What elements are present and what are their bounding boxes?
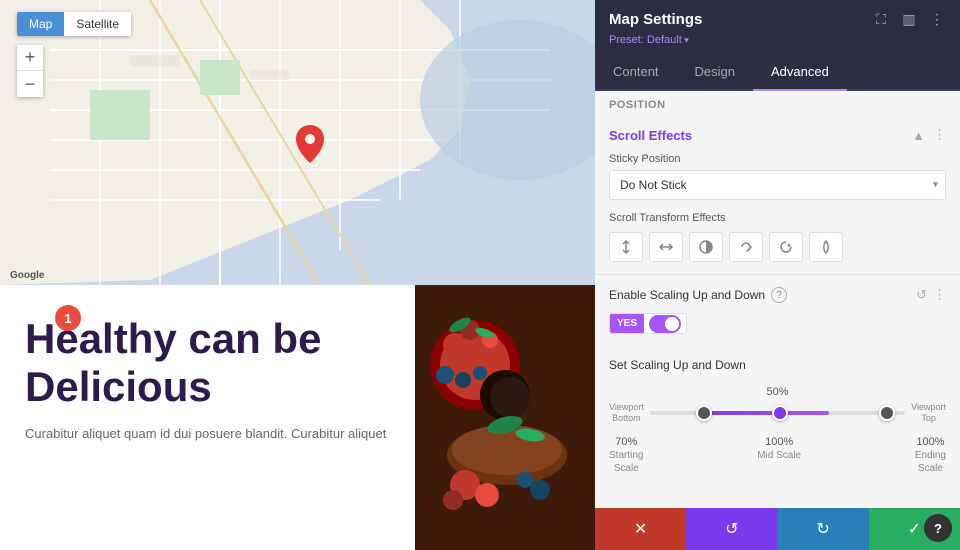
settings-panel: Map Settings ⛶ ▥ ⋮ Preset: Default Conte… <box>595 0 960 550</box>
ending-scale-label: Ending <box>915 450 946 461</box>
slider-track-wrapper[interactable] <box>650 403 905 423</box>
scaling-section: Set Scaling Up and Down 50% ViewportBott… <box>595 346 960 486</box>
starting-scale-pct: 70% <box>615 436 637 448</box>
map-zoom-controls: + − <box>17 45 43 97</box>
scroll-effects-header: Scroll Effects ▲ ⋮ <box>609 127 946 143</box>
fade-icon-btn[interactable] <box>689 232 723 262</box>
map-svg <box>0 0 600 285</box>
slider-thumb-right[interactable] <box>879 405 895 421</box>
scroll-transform-label: Scroll Transform Effects <box>609 212 946 224</box>
headline: Healthy can be Delicious <box>25 315 390 412</box>
fade-icon <box>698 239 714 255</box>
fullscreen-icon[interactable]: ⛶ <box>872 10 890 28</box>
slider-row: ViewportBottom ViewportTop <box>609 402 946 424</box>
tab-design[interactable]: Design <box>677 54 753 91</box>
toggle-wrapper[interactable]: YES <box>609 313 687 334</box>
ending-scale-label2: Scale <box>918 463 943 474</box>
starting-scale-col: 70% Starting Scale <box>609 436 643 474</box>
vertical-motion-icon <box>618 239 634 255</box>
viewport-top-label: ViewportTop <box>911 402 946 424</box>
food-image <box>415 285 600 550</box>
vertical-motion-icon-btn[interactable] <box>609 232 643 262</box>
sticky-position-label: Sticky Position <box>609 153 946 165</box>
tab-advanced[interactable]: Advanced <box>753 54 847 91</box>
scroll-effects-title: Scroll Effects <box>609 128 692 143</box>
rotate-icon-btn[interactable] <box>729 232 763 262</box>
slider-thumb-left[interactable] <box>696 405 712 421</box>
enable-actions: ↺ ⋮ <box>916 287 946 303</box>
slider-labels-top: 50% <box>609 386 946 398</box>
enable-label-group: Enable Scaling Up and Down ? <box>609 287 787 303</box>
rotate-icon <box>738 239 754 255</box>
section-more-icon[interactable]: ⋮ <box>933 127 946 143</box>
panel-preset[interactable]: Preset: Default <box>609 34 946 46</box>
mid-scale-col: 100% Mid Scale <box>757 436 801 474</box>
starting-scale-label: Starting <box>609 450 643 461</box>
map-type-map[interactable]: Map <box>17 12 64 36</box>
transform-icons <box>609 232 946 262</box>
reset-icon[interactable]: ↺ <box>916 287 927 303</box>
zoom-in-button[interactable]: + <box>17 45 43 71</box>
slider-track <box>650 411 905 415</box>
undo-button[interactable]: ↺ <box>686 508 777 550</box>
panel-footer: ✕ ↺ ↻ ✓ <box>595 508 960 550</box>
ending-scale-col: 100% Ending Scale <box>915 436 946 474</box>
map-background: Map Satellite + − Google <box>0 0 600 285</box>
food-svg <box>415 285 600 550</box>
horizontal-motion-icon-btn[interactable] <box>649 232 683 262</box>
blur-icon-btn[interactable] <box>809 232 843 262</box>
blur-icon <box>818 239 834 255</box>
more-options-icon[interactable]: ⋮ <box>933 287 946 303</box>
panel-body: POSITION Scroll Effects ▲ ⋮ Sticky Posit… <box>595 91 960 508</box>
badge-circle: 1 <box>55 305 81 331</box>
content-area: Healthy can be Delicious Curabitur aliqu… <box>0 285 600 550</box>
viewport-bottom-label: ViewportBottom <box>609 402 644 424</box>
scale-values: 70% Starting Scale 100% Mid Scale 100% E… <box>609 436 946 474</box>
help-icon[interactable]: ? <box>771 287 787 303</box>
slider-pct-label: 50% <box>766 386 788 398</box>
panel-title-icons: ⛶ ▥ ⋮ <box>872 10 946 28</box>
tab-bar: Content Design Advanced <box>595 54 960 91</box>
tab-content[interactable]: Content <box>595 54 677 91</box>
horizontal-motion-icon <box>658 239 674 255</box>
layout-icon[interactable]: ▥ <box>900 10 918 28</box>
help-fab[interactable]: ? <box>924 514 952 542</box>
cancel-button[interactable]: ✕ <box>595 508 686 550</box>
ending-scale-pct: 100% <box>916 436 944 448</box>
slider-area: 50% ViewportBottom <box>609 386 946 424</box>
zoom-out-button[interactable]: − <box>17 71 43 97</box>
panel-title: Map Settings <box>609 11 702 28</box>
spin-icon-btn[interactable] <box>769 232 803 262</box>
scroll-effects-section: Scroll Effects ▲ ⋮ Sticky Position Do No… <box>595 115 960 275</box>
enable-scaling-row: Enable Scaling Up and Down ? ↺ ⋮ <box>609 287 946 303</box>
slider-thumb-mid[interactable] <box>772 405 788 421</box>
slider-fill <box>701 411 829 415</box>
map-type-bar[interactable]: Map Satellite <box>17 12 131 36</box>
toggle-yes-label: YES <box>610 314 644 333</box>
redo-button[interactable]: ↻ <box>778 508 869 550</box>
sticky-position-wrapper: Do Not Stick Stick to Top Stick to Botto… <box>609 170 946 200</box>
mid-scale-label: Mid Scale <box>757 450 801 461</box>
more-icon[interactable]: ⋮ <box>928 10 946 28</box>
toggle-thumb <box>665 317 679 331</box>
enable-scaling-section: Enable Scaling Up and Down ? ↺ ⋮ YES <box>595 275 960 346</box>
toggle-track[interactable] <box>649 315 681 333</box>
position-section: POSITION <box>595 91 960 115</box>
mid-scale-pct: 100% <box>765 436 793 448</box>
spin-icon <box>778 239 794 255</box>
panel-header: Map Settings ⛶ ▥ ⋮ Preset: Default <box>595 0 960 54</box>
enable-scaling-label: Enable Scaling Up and Down <box>609 288 765 302</box>
chevron-up-icon[interactable]: ▲ <box>912 128 925 143</box>
sticky-position-select[interactable]: Do Not Stick Stick to Top Stick to Botto… <box>609 170 946 200</box>
map-area: Map Satellite + − Google Healthy can be … <box>0 0 600 550</box>
starting-scale-label2: Scale <box>614 463 639 474</box>
google-logo: Google <box>10 270 44 281</box>
map-type-satellite[interactable]: Satellite <box>64 12 131 36</box>
section-actions: ▲ ⋮ <box>912 127 946 143</box>
panel-title-row: Map Settings ⛶ ▥ ⋮ <box>609 10 946 28</box>
subtext: Curabitur aliquet quam id dui posuere bl… <box>25 424 390 444</box>
scaling-title: Set Scaling Up and Down <box>609 358 946 372</box>
